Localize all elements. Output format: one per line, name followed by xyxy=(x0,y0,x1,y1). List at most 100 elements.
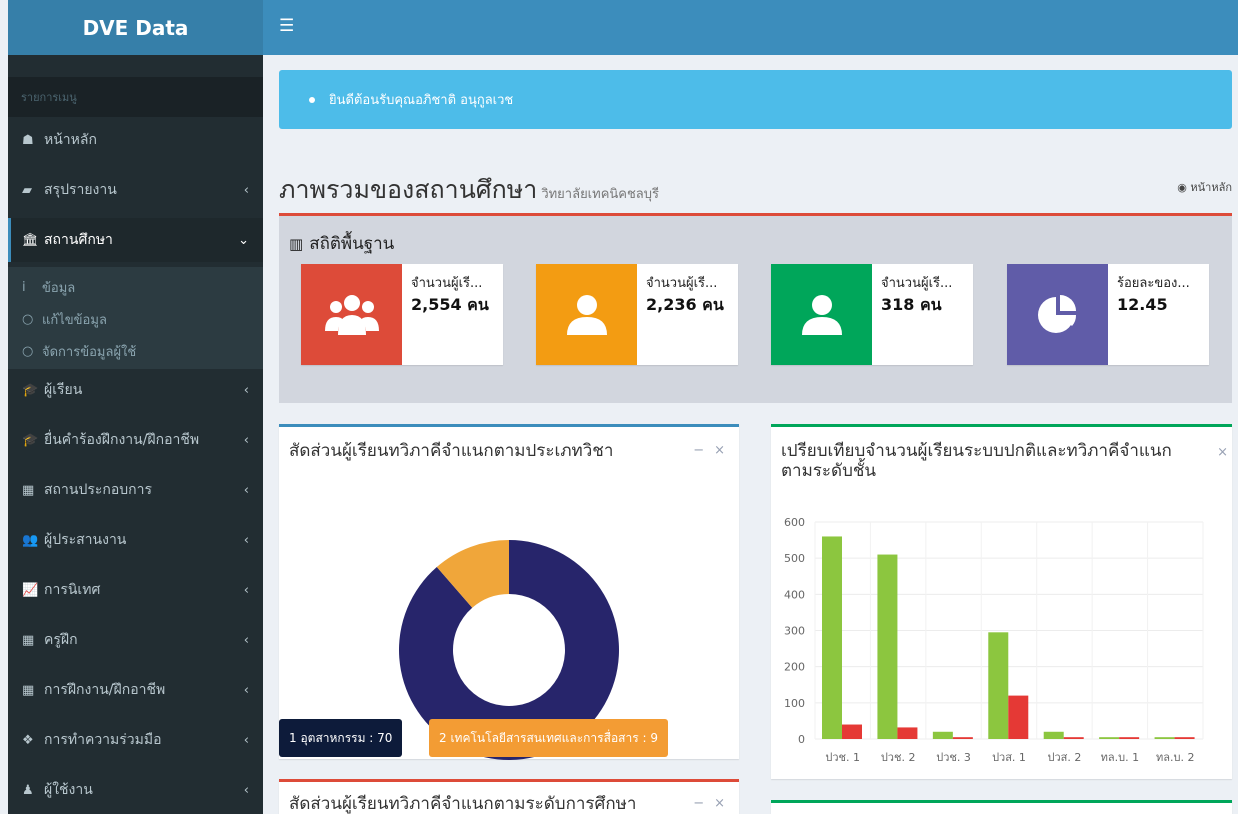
page-title: ภาพรวมของสถานศึกษา วิทยาลัยเทคนิคชลบุรี xyxy=(279,170,659,210)
stat-value: 12.45 xyxy=(1117,295,1168,314)
sidebar-item-11[interactable]: ♟ ผู้ใช้งาน ‹ xyxy=(8,768,263,812)
sidebar-item-1[interactable]: ▰ สรุปรายงาน ‹ xyxy=(8,168,263,212)
dashboard-icon: ◉ xyxy=(1177,181,1187,194)
x-tick-label: ปวช. 1 xyxy=(825,751,860,764)
stat-card-1: จำนวนผู้เรี... 2,236 คน xyxy=(536,264,738,365)
basic-stats-panel: ▥ สถิติพื้นฐาน จำนวนผู้เรี... 2,554 คน จำนว… xyxy=(279,213,1232,403)
breadcrumb-home[interactable]: หน้าหลัก xyxy=(1190,181,1232,194)
bar-ปวช. 2-series-1 xyxy=(897,727,918,739)
sidebar-item-label: ผู้เรียน xyxy=(44,382,83,398)
bar-ทล.บ. 1-series-0 xyxy=(1099,737,1120,739)
bar-chart-icon: ▥ xyxy=(289,235,304,253)
x-tick-label: ปวช. 3 xyxy=(936,751,971,764)
app-brand[interactable]: DVE Data xyxy=(8,0,263,55)
x-tick-label: ทล.บ. 2 xyxy=(1156,751,1194,764)
sidebar-submenu: i ข้อมูล ○ แก้ไขข้อมูล ○ จัดการข้อมูลผู้ใช้ xyxy=(8,267,263,369)
legend-badge-industry: 1 อุตสาหกรรม : 70 xyxy=(279,719,403,757)
line-chart-icon: 📈 xyxy=(22,582,39,598)
sidebar-item-label: สถานประกอบการ xyxy=(44,482,153,498)
chevron-down-icon: ⌄ xyxy=(238,232,249,248)
stat-label: จำนวนผู้เรี... xyxy=(411,276,483,291)
hamburger-menu-icon[interactable]: ☰ xyxy=(279,16,294,36)
sidebar-item-2[interactable]: 🏛 สถานศึกษา ⌄ xyxy=(8,218,263,262)
category-ratio-card: สัดส่วนผู้เรียนทวิภาคีจำแนกตามประเภทวิชา… xyxy=(279,424,739,760)
info-icon: i xyxy=(22,279,26,295)
sidebar-item-0[interactable]: ☗ หน้าหลัก xyxy=(8,118,263,162)
x-tick-label: ปวช. 2 xyxy=(881,751,916,764)
y-tick-label: 600 xyxy=(784,516,805,529)
bar-ปวช. 1-series-1 xyxy=(842,724,862,739)
bar-ทล.บ. 1-series-1 xyxy=(1119,737,1140,739)
sidebar-subitem-label: แก้ไขข้อมูล xyxy=(42,312,107,328)
sidebar-item-label: ครูฝึก xyxy=(44,632,78,648)
graduation-cap-icon: 🎓 xyxy=(22,432,39,448)
sidebar-item-5[interactable]: ▦ สถานประกอบการ ‹ xyxy=(8,468,263,512)
comparison-chart-card: เปรียบเทียบจำนวนผู้เรียนระบบปกติและทวิภา… xyxy=(771,424,1232,779)
welcome-alert: ยินดีต้อนรับคุณอภิชาติ อนุกูลเวช xyxy=(279,70,1232,129)
users-icon: 👥 xyxy=(22,532,39,548)
circle-icon: ○ xyxy=(22,311,34,327)
building-icon: ▦ xyxy=(22,632,35,648)
minimize-button[interactable]: − xyxy=(693,796,704,811)
graduation-cap-icon: 🎓 xyxy=(22,382,39,398)
chevron-left-icon: ‹ xyxy=(243,532,249,548)
top-navbar: ☰ xyxy=(263,0,1238,55)
sidebar-item-8[interactable]: ▦ ครูฝึก ‹ xyxy=(8,618,263,662)
stat-card-2: จำนวนผู้เรี... 318 คน xyxy=(771,264,973,365)
cubes-icon: ❖ xyxy=(22,732,34,748)
sidebar-subitem-2[interactable]: ○ จัดการข้อมูลผู้ใช้ xyxy=(8,335,263,367)
sidebar-menu-header: รายการเมนู xyxy=(8,77,263,117)
sidebar-item-label: การนิเทศ xyxy=(44,582,101,598)
sidebar-item-3[interactable]: 🎓 ผู้เรียน ‹ xyxy=(8,368,263,412)
bar-ปวช. 1-series-0 xyxy=(822,536,842,739)
bar-ปวส. 1-series-0 xyxy=(988,632,1009,739)
bank-icon: 🏛 xyxy=(22,232,39,248)
y-tick-label: 500 xyxy=(784,552,805,565)
bar-ปวส. 2-series-0 xyxy=(1043,731,1064,739)
sidebar-item-7[interactable]: 📈 การนิเทศ ‹ xyxy=(8,568,263,612)
bar-ทล.บ. 2-series-0 xyxy=(1154,737,1175,739)
y-tick-label: 0 xyxy=(798,733,805,746)
bar-ปวช. 3-series-0 xyxy=(932,731,953,739)
card-tools: − × xyxy=(683,796,725,811)
y-tick-label: 100 xyxy=(784,697,805,710)
chevron-left-icon: ‹ xyxy=(243,382,249,398)
welcome-message: ยินดีต้อนรับคุณอภิชาติ อนุกูลเวช xyxy=(329,93,514,108)
y-tick-label: 300 xyxy=(784,625,805,638)
sidebar-subitem-label: ข้อมูล xyxy=(42,280,76,296)
sidebar-item-label: การฝึกงาน/ฝึกอาชีพ xyxy=(44,682,166,698)
bottom-right-card xyxy=(771,800,1232,814)
y-tick-label: 400 xyxy=(784,588,805,601)
sidebar-item-10[interactable]: ❖ การทำความร่วมมือ ‹ xyxy=(8,718,263,762)
sidebar-item-label: การทำความร่วมมือ xyxy=(44,732,162,748)
sidebar-subitem-0[interactable]: i ข้อมูล xyxy=(8,271,263,303)
stat-value: 2,554 คน xyxy=(411,295,489,314)
chevron-left-icon: ‹ xyxy=(243,782,249,798)
breadcrumb[interactable]: ◉ หน้าหลัก xyxy=(1177,178,1232,196)
sidebar-subitem-1[interactable]: ○ แก้ไขข้อมูล xyxy=(8,303,263,335)
user-icon xyxy=(771,264,872,365)
legend-badge-ict: 2 เทคโนโลยีสารสนเทศและการสื่อสาร : 9 xyxy=(429,719,668,757)
sidebar-item-9[interactable]: ▦ การฝึกงาน/ฝึกอาชีพ ‹ xyxy=(8,668,263,712)
home-icon: ☗ xyxy=(22,132,34,148)
stat-label: จำนวนผู้เรี... xyxy=(881,276,953,291)
page-subtitle: วิทยาลัยเทคนิคชลบุรี xyxy=(541,187,659,202)
sidebar: รายการเมนู ☗ หน้าหลัก ▰ สรุปรายงาน ‹ 🏛 สถานศึก… xyxy=(8,55,263,814)
bar-ปวส. 1-series-1 xyxy=(1008,695,1029,739)
stat-label: จำนวนผู้เรี... xyxy=(646,276,718,291)
sidebar-item-6[interactable]: 👥 ผู้ประสานงาน ‹ xyxy=(8,518,263,562)
building-icon: ▦ xyxy=(22,682,35,698)
close-button[interactable]: × xyxy=(714,796,725,811)
stat-value: 318 คน xyxy=(881,295,942,314)
chevron-left-icon: ‹ xyxy=(243,432,249,448)
chevron-left-icon: ‹ xyxy=(243,732,249,748)
basic-stats-header: ▥ สถิติพื้นฐาน xyxy=(289,230,394,257)
donut-chart xyxy=(398,540,619,760)
sidebar-item-4[interactable]: 🎓 ยื่นคำร้องฝึกงาน/ฝึกอาชีพ ‹ xyxy=(8,418,263,462)
x-tick-label: ปวส. 1 xyxy=(992,751,1026,764)
sidebar-item-label: หน้าหลัก xyxy=(44,132,97,148)
stat-label: ร้อยละของ... xyxy=(1117,276,1190,291)
education-level-ratio-title: สัดส่วนผู้เรียนทวิภาคีจำแนกตามระดับการศึ… xyxy=(289,794,637,814)
circle-icon: ○ xyxy=(22,343,34,359)
chevron-left-icon: ‹ xyxy=(243,632,249,648)
